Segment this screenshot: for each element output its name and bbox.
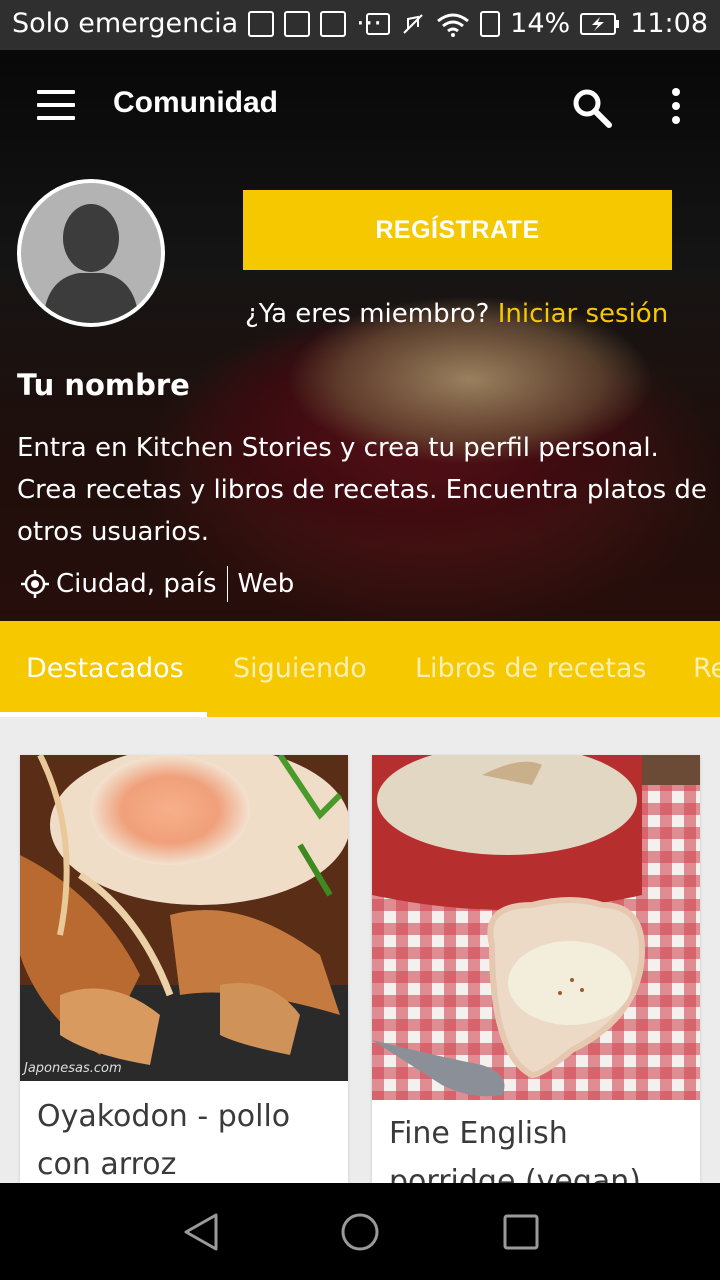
screenshot-icon (248, 10, 275, 37)
status-bar: Solo emergencia ··· 14% 11:08 (0, 0, 720, 50)
hamburger-menu-icon[interactable] (37, 90, 75, 120)
back-icon[interactable] (182, 1212, 220, 1252)
web-text: Web (237, 569, 295, 599)
recipe-card[interactable]: Fine English porridge (vegan) (372, 755, 700, 1195)
page-title: Comunidad (113, 86, 278, 119)
tab-siguiendo[interactable]: Siguiendo (233, 653, 367, 684)
mail-icon (320, 10, 347, 37)
tab-bar: Destacados Siguiendo Libros de recetas R… (0, 621, 720, 717)
tab-indicator (0, 712, 207, 717)
member-question-text: ¿Ya eres miembro? (245, 299, 490, 329)
recipe-card[interactable]: Japonesas.com Oyakodon - pollo con arroz (20, 755, 348, 1195)
meta-divider (226, 566, 228, 602)
overflow-menu-icon[interactable] (662, 86, 690, 126)
time-text: 11:08 (630, 8, 708, 39)
battery-text: 14% (510, 8, 571, 39)
tab-recetas[interactable]: Re (693, 653, 720, 684)
location-icon (21, 570, 49, 598)
battery-charging-icon (580, 12, 620, 35)
login-prompt: ¿Ya eres miembro? Iniciar sesión (245, 299, 668, 329)
tab-libros-de-recetas[interactable]: Libros de recetas (415, 653, 646, 684)
carrier-text: Solo emergencia (12, 8, 239, 39)
profile-meta: Ciudad, país Web (20, 566, 294, 602)
toolbar: Comunidad (0, 50, 720, 162)
tab-destacados[interactable]: Destacados (26, 653, 184, 684)
image-icon (284, 10, 311, 37)
profile-description: Entra en Kitchen Stories y crea tu perfi… (17, 433, 707, 547)
location-text: Ciudad, país (56, 569, 217, 599)
mute-icon (403, 13, 423, 34)
nfc-icon (366, 12, 391, 35)
recipe-title: Oyakodon - pollo con arroz (37, 1099, 291, 1182)
avatar[interactable] (17, 179, 165, 327)
profile-name: Tu nombre (17, 368, 190, 402)
recipe-image (372, 755, 700, 1100)
recipe-image: Japonesas.com (20, 755, 348, 1081)
recent-apps-icon[interactable] (503, 1214, 539, 1250)
sim-icon (480, 10, 501, 37)
home-icon[interactable] (340, 1212, 380, 1252)
search-icon[interactable] (570, 86, 614, 130)
default-user-icon (43, 204, 139, 323)
image-watermark: Japonesas.com (24, 1061, 122, 1076)
login-link[interactable]: Iniciar sesión (498, 299, 668, 329)
register-button[interactable]: REGÍSTRATE (243, 190, 672, 270)
profile-header: Comunidad REGÍSTRATE ¿Ya eres miembro? I… (0, 50, 720, 621)
wifi-icon (437, 13, 470, 37)
